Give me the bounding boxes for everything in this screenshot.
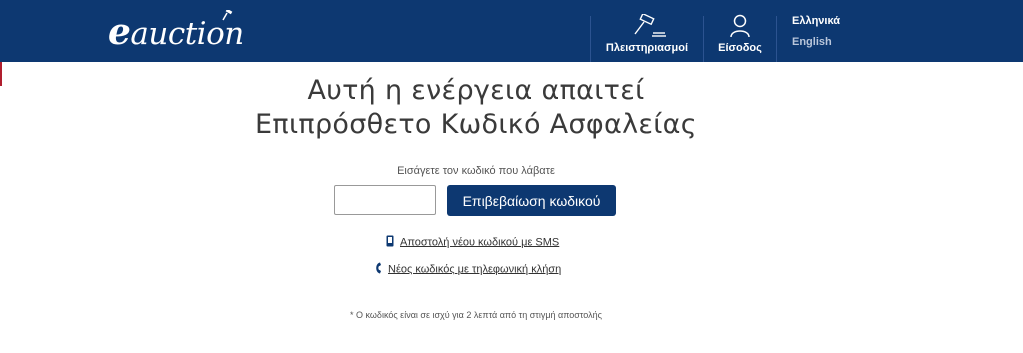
phone-call-link[interactable]: Νέος κωδικός με τηλεφωνική κλήση [388, 263, 561, 275]
nav-auctions-label: Πλειστηριασμοί [605, 42, 689, 54]
confirm-code-button[interactable]: Επιβεβαίωση κωδικού [447, 185, 616, 216]
page-title-line2: Επιπρόσθετο Κωδικό Ασφαλείας [255, 109, 697, 140]
nav-login-label: Είσοδος [718, 42, 762, 54]
phone-handset-icon [374, 262, 382, 277]
accent-edge [0, 62, 2, 86]
security-code-input[interactable] [334, 185, 436, 215]
logo-gavel-icon [222, 10, 233, 21]
page-title-line1: Αυτή η ενέργεια απαιτεί [307, 75, 645, 106]
nav-login[interactable]: Είσοδος [708, 0, 772, 62]
language-english[interactable]: English [792, 36, 832, 48]
logo-e: e [108, 11, 131, 53]
sms-link-row: Αποστολή νέου κωδικού με SMS [386, 235, 559, 251]
resend-sms-link[interactable]: Αποστολή νέου κωδικού με SMS [400, 236, 559, 248]
call-link-row: Νέος κωδικός με τηλεφωνική κλήση [374, 262, 561, 278]
nav-divider [590, 16, 591, 62]
code-prompt: Εισάγετε τον κωδικό που λάβατε [397, 165, 555, 177]
nav-divider [703, 16, 704, 62]
validity-footnote: * Ο κωδικός είναι σε ισχύ για 2 λεπτά απ… [350, 310, 602, 320]
language-greek[interactable]: Ελληνικά [792, 15, 840, 27]
nav-divider [776, 16, 777, 62]
user-icon [729, 14, 751, 41]
gavel-icon [627, 12, 667, 41]
mobile-phone-icon [386, 235, 394, 250]
top-header: eauction Πλειστηριασμοί Είσοδος Ελληνικά… [0, 0, 1023, 62]
eauction-logo[interactable]: eauction [108, 10, 278, 53]
nav-auctions[interactable]: Πλειστηριασμοί [598, 0, 696, 62]
page-title: Αυτή η ενέργεια απαιτεί Επιπρόσθετο Κωδι… [200, 74, 752, 142]
